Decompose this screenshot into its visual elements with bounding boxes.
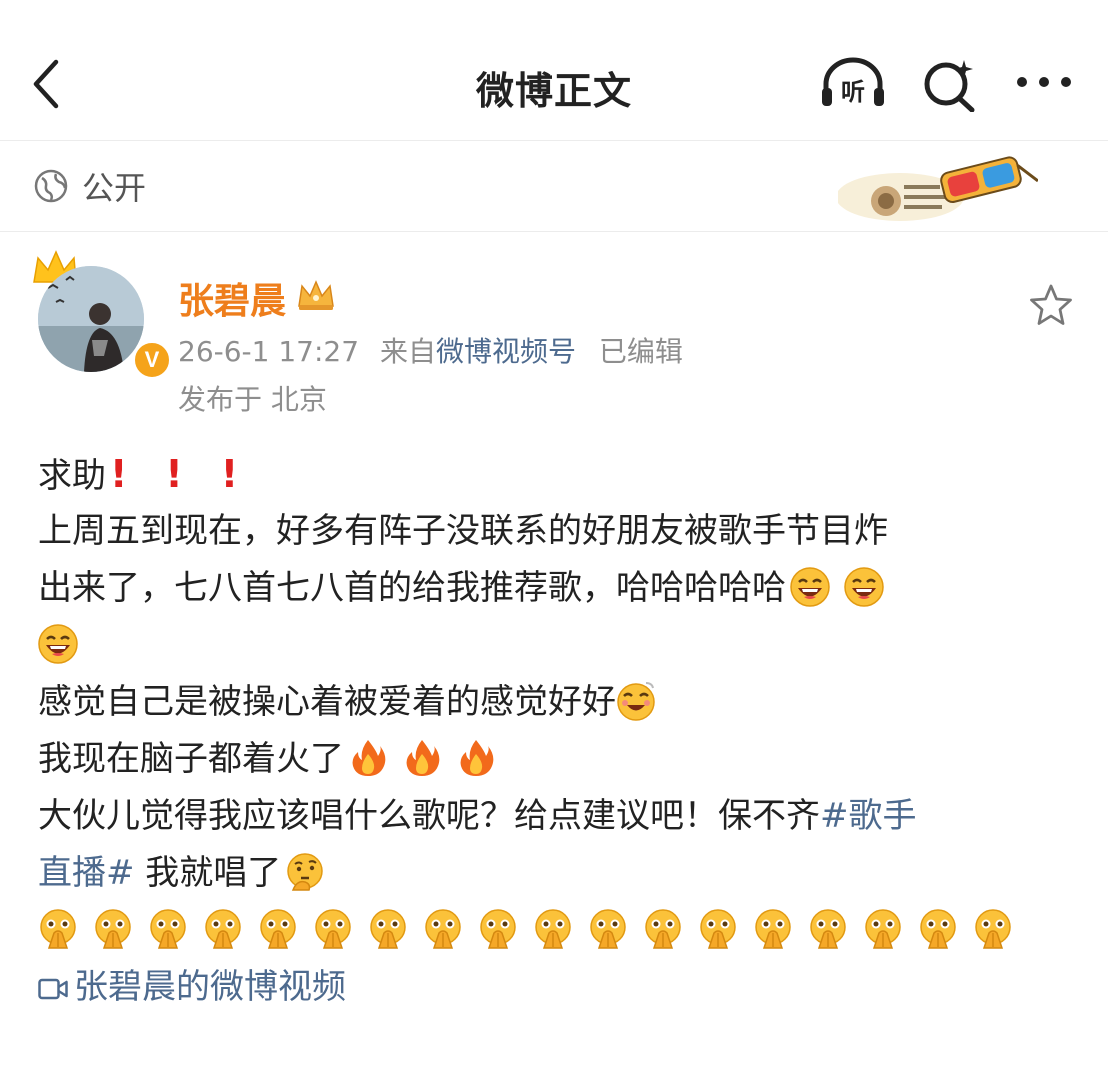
laughing-emoji-icon xyxy=(790,567,830,607)
praying-emoji-icon xyxy=(643,909,683,949)
praying-emoji-icon xyxy=(148,909,188,949)
laughing-emoji-icon xyxy=(38,624,78,664)
content-line-5: 感觉自己是被操心着被爱着的感觉好好 xyxy=(38,674,1078,731)
avatar[interactable]: V xyxy=(30,248,172,380)
post-content: 求助!!! 上周五到现在，好多有阵子没联系的好朋友被歌手节目炸 出来了，七八首七… xyxy=(38,446,1078,1016)
praying-emoji-icon xyxy=(863,909,903,949)
hashtag-link[interactable]: 直播# xyxy=(38,853,135,893)
content-line-6: 我现在脑子都着火了 xyxy=(38,731,1078,788)
praying-emoji-icon xyxy=(808,909,848,949)
happy-emoji-icon xyxy=(616,681,656,721)
listen-label: 听 xyxy=(841,78,865,106)
praying-emoji-icon xyxy=(313,909,353,949)
listen-button[interactable]: 听 xyxy=(818,56,888,112)
fire-emoji-icon xyxy=(402,738,442,778)
content-line-8: 直播# 我就唱了 xyxy=(38,845,1078,902)
more-icon[interactable] xyxy=(1010,56,1080,112)
decoration-card-icon xyxy=(836,149,1039,225)
content-line-9 xyxy=(38,902,1078,959)
avatar-image xyxy=(38,266,144,372)
source-link[interactable]: 微博视频号 xyxy=(436,335,576,368)
top-bar: 微博正文 听 xyxy=(0,0,1108,141)
video-link[interactable]: 张碧晨的微博视频 xyxy=(38,959,346,1016)
exclamation-icon: ! xyxy=(165,452,183,496)
praying-emoji-icon xyxy=(973,909,1013,949)
verified-badge-icon: V xyxy=(132,340,172,380)
source-prefix: 来自 xyxy=(379,335,436,368)
content-text: 我就唱了 xyxy=(134,853,282,893)
praying-emoji-icon xyxy=(753,909,793,949)
praying-emoji-icon xyxy=(918,909,958,949)
praying-emoji-icon xyxy=(93,909,133,949)
fire-emoji-icon xyxy=(348,738,388,778)
content-line-3: 出来了，七八首七八首的给我推荐歌，哈哈哈哈哈 xyxy=(38,560,1078,617)
video-link-label: 张碧晨的微博视频 xyxy=(74,967,346,1007)
praying-emoji-icon xyxy=(533,909,573,949)
praying-emoji-icon xyxy=(368,909,408,949)
vip-crown-icon[interactable] xyxy=(296,278,336,312)
praying-emoji-icon xyxy=(423,909,463,949)
content-text: 出来了，七八首七八首的给我推荐歌，哈哈哈哈哈 xyxy=(38,568,786,608)
video-camera-icon xyxy=(38,962,68,1000)
content-text: 感觉自己是被操心着被爱着的感觉好好 xyxy=(38,682,616,722)
content-line-10: 张碧晨的微博视频 xyxy=(38,959,1078,1016)
exclamation-icon: ! xyxy=(220,452,239,496)
author-name[interactable]: 张碧晨 xyxy=(178,272,286,324)
post-meta: 26-6-1 17:27 来自微博视频号 已编辑 xyxy=(178,330,683,370)
laughing-emoji-icon xyxy=(844,567,884,607)
privacy-label: 公开 xyxy=(82,169,147,207)
globe-icon xyxy=(34,169,68,203)
praying-emoji-icon xyxy=(698,909,738,949)
content-line-2: 上周五到现在，好多有阵子没联系的好朋友被歌手节目炸 xyxy=(38,503,1078,560)
search-icon[interactable] xyxy=(920,56,990,113)
exclamation-icon: ! xyxy=(110,452,128,496)
praying-emoji-icon xyxy=(38,909,78,949)
content-line-1: 求助!!! xyxy=(38,446,1078,503)
thinking-emoji-icon xyxy=(285,852,325,892)
praying-emoji-icon xyxy=(588,909,628,949)
content-text: 求助 xyxy=(38,456,106,496)
hashtag-link[interactable]: #歌手 xyxy=(820,796,917,836)
content-text: 上周五到现在，好多有阵子没联系的好朋友被歌手节目炸 xyxy=(38,511,888,551)
post-location: 发布于 北京 xyxy=(178,383,327,416)
praying-emoji-icon xyxy=(203,909,243,949)
content-line-7: 大伙儿觉得我应该唱什么歌呢？给点建议吧！保不齐#歌手 xyxy=(38,788,1078,845)
post-timestamp: 26-6-1 17:27 xyxy=(178,335,360,368)
content-text: 我现在脑子都着火了 xyxy=(38,739,344,779)
content-text: 大伙儿觉得我应该唱什么歌呢？给点建议吧！保不齐 xyxy=(38,796,820,836)
praying-emoji-icon xyxy=(478,909,518,949)
content-line-4 xyxy=(38,617,1078,674)
edited-label: 已编辑 xyxy=(598,335,683,368)
favorite-star-icon[interactable] xyxy=(1028,282,1074,328)
fire-emoji-icon xyxy=(456,738,496,778)
praying-emoji-icon xyxy=(258,909,298,949)
privacy-row: 公开 xyxy=(0,141,1108,232)
